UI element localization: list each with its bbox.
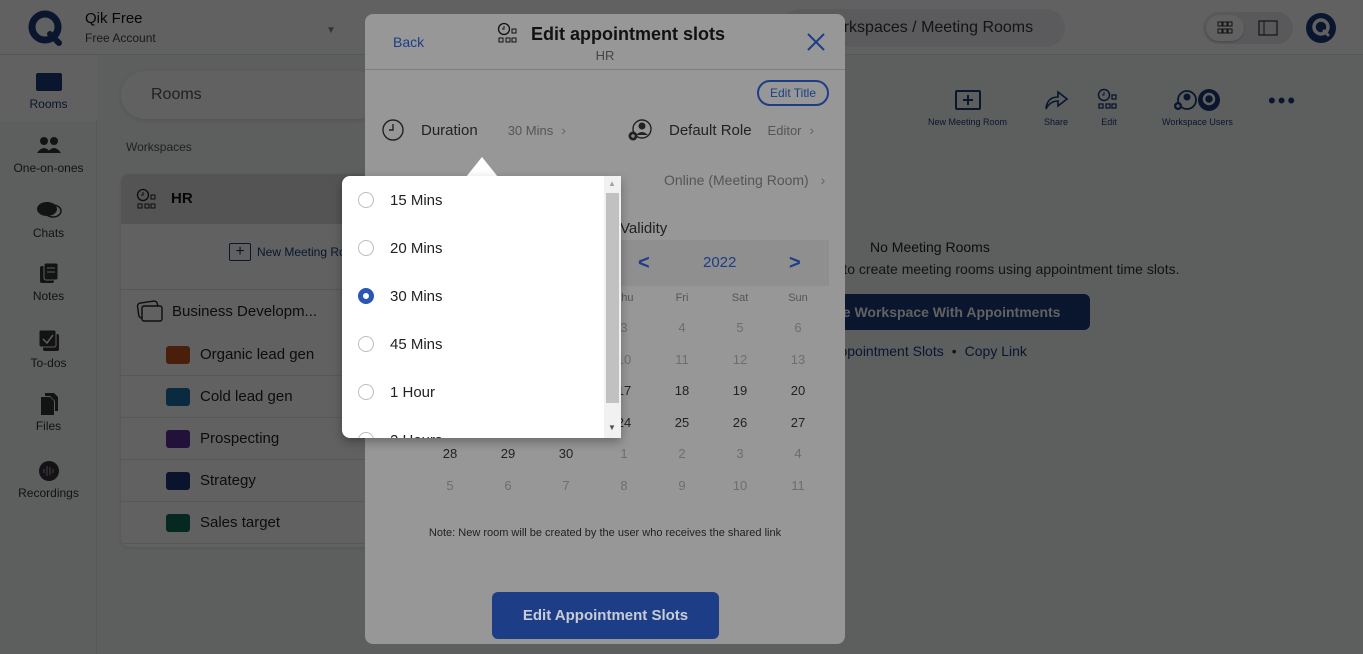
default-role-value: Editor <box>767 122 802 138</box>
edit-appointment-slots-button[interactable]: Edit Appointment Slots <box>492 592 719 639</box>
calendar-day[interactable]: 26 <box>711 407 769 439</box>
calendar-day: 4 <box>678 320 686 335</box>
option-label: 45 Mins <box>390 335 443 353</box>
option-label: 1 Hour <box>390 383 436 401</box>
calendar-day[interactable]: 28 <box>421 438 479 470</box>
calendar-day: 4 <box>794 446 802 461</box>
location-field[interactable]: Online (Meeting Room) › <box>664 172 825 188</box>
duration-label: Duration <box>421 121 478 139</box>
calendar-next-icon[interactable]: > <box>789 252 801 275</box>
calendar-day: 3 <box>736 446 744 461</box>
calendar-day: 11 <box>791 477 805 493</box>
calendar-day: 8 <box>620 477 628 493</box>
calendar-year: 2022 <box>703 254 737 271</box>
default-role-field[interactable]: Default Role Editor › <box>627 118 814 142</box>
calendar-day[interactable]: 27 <box>769 407 827 439</box>
radio-icon[interactable] <box>358 384 374 400</box>
option-label: 30 Mins <box>390 287 443 305</box>
scroll-down-icon[interactable]: ▼ <box>608 423 616 432</box>
scroll-up-icon[interactable]: ▲ <box>608 179 616 188</box>
modal-subtitle: HR <box>595 48 615 63</box>
weekday-label: Sun <box>788 292 808 304</box>
calendar-day: 5 <box>736 320 744 335</box>
radio-icon[interactable] <box>358 240 374 256</box>
calendar-day: 9 <box>678 477 686 493</box>
popover-arrow <box>466 157 498 177</box>
location-value: Online (Meeting Room) <box>664 172 809 188</box>
app-root: Qik Free Free Account ▼ Workspaces / Mee… <box>0 0 1363 654</box>
duration-option[interactable]: 15 Mins <box>342 176 604 224</box>
calendar-day: 13 <box>790 351 806 367</box>
modal-title-text: Edit appointment slots <box>531 23 726 44</box>
duration-option[interactable]: 1 Hour <box>342 368 604 416</box>
calendar-day: 7 <box>562 477 570 493</box>
dropdown-scrollbar[interactable]: ▲ ▼ <box>604 176 621 438</box>
appointment-slots-icon <box>497 22 517 43</box>
calendar-day[interactable]: 20 <box>769 375 827 407</box>
duration-dropdown: 15 Mins 20 Mins 30 Mins 45 Mins 1 Hour 2 Hour… <box>342 176 621 438</box>
calendar-day: 10 <box>732 477 748 493</box>
radio-selected-icon[interactable] <box>358 288 374 304</box>
calendar-day[interactable]: 25 <box>653 407 711 439</box>
add-user-icon <box>628 119 652 141</box>
duration-value: 30 Mins <box>507 122 554 138</box>
calendar-prev-icon[interactable]: < <box>638 252 650 275</box>
radio-icon[interactable] <box>358 336 374 352</box>
share-note: Note: New room will be created by the us… <box>428 527 782 539</box>
option-label: 2 Hours <box>390 432 443 439</box>
duration-field[interactable]: Duration 30 Mins › <box>381 118 566 142</box>
duration-option[interactable]: 20 Mins <box>342 224 604 272</box>
radio-icon[interactable] <box>358 432 374 438</box>
calendar-day[interactable]: 30 <box>537 438 595 470</box>
calendar-day: 1 <box>620 446 628 461</box>
duration-option[interactable]: 2 Hours <box>342 416 604 438</box>
chevron-right-icon: › <box>820 172 826 188</box>
option-label: 20 Mins <box>390 239 443 257</box>
weekday-label: Sat <box>731 292 749 304</box>
calendar-day: 5 <box>446 477 454 493</box>
calendar-day: 12 <box>732 351 748 367</box>
modal-title: Edit appointment slots <box>497 22 725 46</box>
default-role-label: Default Role <box>669 121 752 139</box>
modal-header: Back Edit appointment slots HR <box>365 14 845 70</box>
chevron-right-icon: › <box>809 122 815 138</box>
option-label: 15 Mins <box>390 191 443 209</box>
calendar-day[interactable]: 19 <box>711 375 769 407</box>
calendar-day: 6 <box>504 477 512 493</box>
calendar-day[interactable]: 29 <box>479 438 537 470</box>
calendar-day: 11 <box>675 351 689 367</box>
chevron-right-icon: › <box>561 122 566 138</box>
calendar-day: 6 <box>794 320 802 335</box>
clock-icon <box>382 119 404 141</box>
scroll-thumb[interactable] <box>606 193 619 403</box>
duration-option[interactable]: 30 Mins <box>342 272 604 320</box>
duration-option[interactable]: 45 Mins <box>342 320 604 368</box>
calendar-day: 2 <box>678 446 686 461</box>
radio-icon[interactable] <box>358 192 374 208</box>
calendar-day[interactable]: 18 <box>653 375 711 407</box>
weekday-label: Fri <box>675 292 689 304</box>
validity-label: Validity <box>620 220 668 237</box>
edit-title-button[interactable]: Edit Title <box>757 80 829 106</box>
close-icon[interactable] <box>805 31 827 53</box>
